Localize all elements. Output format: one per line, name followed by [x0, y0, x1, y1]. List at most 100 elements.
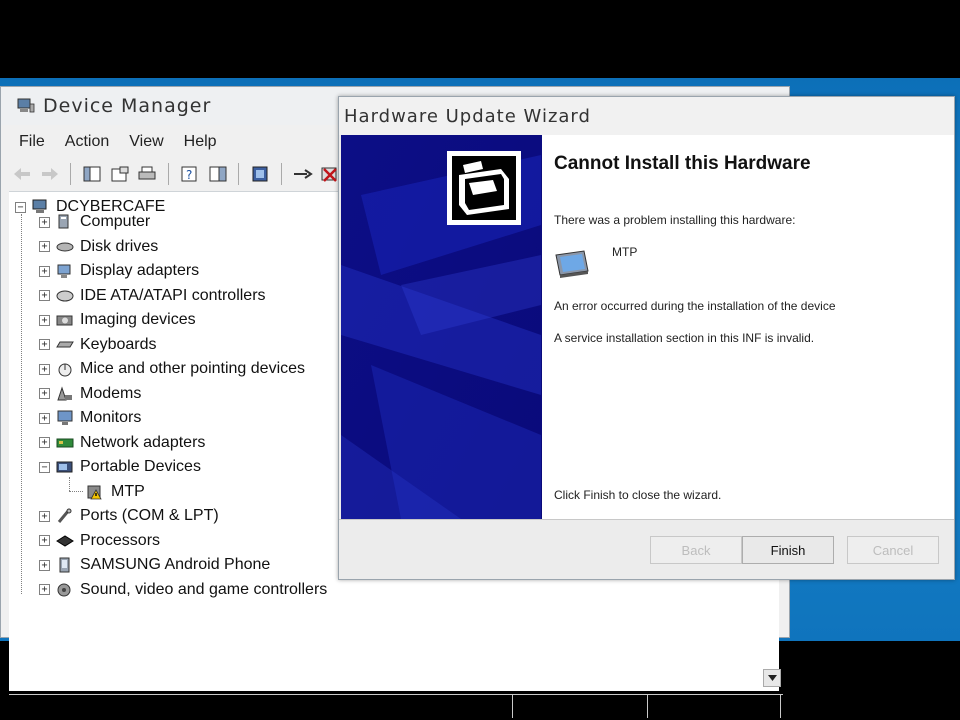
tree-item-modems[interactable]: + Modems: [39, 383, 141, 405]
toolbar-separator: [280, 163, 282, 185]
back-button[interactable]: Back: [650, 536, 742, 564]
wizard-banner-graphic: [341, 135, 542, 519]
device-manager-title: Device Manager: [43, 95, 212, 117]
tree-guide-line: [21, 214, 22, 594]
expand-toggle[interactable]: +: [39, 339, 50, 350]
toolbar-separator: [70, 163, 72, 185]
expand-toggle[interactable]: +: [39, 314, 50, 326]
expand-toggle[interactable]: +: [39, 412, 50, 424]
processor-icon: [56, 534, 74, 547]
toolbar-separator: [168, 163, 170, 185]
tree-item-label: Portable Devices: [80, 458, 201, 475]
tree-item-computer[interactable]: + Computer: [39, 211, 150, 233]
keyboard-icon: [56, 341, 74, 347]
menu-view[interactable]: View: [129, 133, 163, 151]
error-text: An error occurred during the installatio…: [554, 299, 836, 313]
portable-device-icon: [56, 461, 73, 473]
collapse-toggle[interactable]: −: [39, 461, 50, 473]
tree-item-processors[interactable]: + Processors: [39, 530, 160, 552]
disk-drive-icon: [56, 242, 74, 251]
update-driver-icon[interactable]: [292, 162, 314, 186]
expand-toggle[interactable]: +: [39, 510, 50, 522]
tree-item-label: Monitors: [80, 409, 142, 426]
forward-arrow-icon[interactable]: [39, 162, 61, 186]
scroll-down-arrow[interactable]: [763, 669, 781, 687]
device-manager-app-icon: [17, 98, 35, 113]
menu-file[interactable]: File: [19, 133, 45, 151]
tree-item-mice[interactable]: + Mice and other pointing devices: [39, 358, 305, 380]
phone-icon: [59, 557, 70, 573]
collapse-toggle[interactable]: −: [15, 201, 26, 213]
tree-item-label: Imaging devices: [80, 311, 196, 328]
scan-hardware-icon[interactable]: [249, 162, 271, 186]
finish-button[interactable]: Finish: [742, 536, 834, 564]
tree-item-mtp[interactable]: MTP: [87, 481, 145, 503]
warning-device-icon: [87, 485, 102, 499]
expand-toggle[interactable]: +: [39, 388, 50, 399]
expand-toggle[interactable]: +: [39, 216, 50, 228]
toolbar-separator: [238, 163, 240, 185]
tree-item-samsung-android-phone[interactable]: + SAMSUNG Android Phone: [39, 554, 270, 576]
status-pane: [648, 695, 781, 718]
tree-item-keyboards[interactable]: + Keyboards: [39, 334, 157, 356]
tree-item-ports[interactable]: + Ports (COM & LPT): [39, 505, 219, 527]
portable-device-icon: [555, 250, 589, 278]
tree-item-monitors[interactable]: + Monitors: [39, 407, 141, 429]
expand-toggle[interactable]: +: [39, 241, 50, 252]
print-icon[interactable]: [137, 162, 159, 186]
wizard-divider: [339, 519, 954, 520]
sound-icon: [57, 583, 71, 596]
camera-icon: [56, 315, 73, 326]
menu-action[interactable]: Action: [65, 133, 109, 151]
help-icon[interactable]: ?: [179, 162, 201, 186]
wizard-heading: Cannot Install this Hardware: [554, 153, 811, 174]
tree-item-label: MTP: [111, 482, 145, 500]
expand-toggle[interactable]: +: [39, 290, 50, 301]
wizard-content: Cannot Install this Hardware There was a…: [542, 135, 954, 519]
hardware-update-wizard: Hardware Update Wizard Cannot Install th…: [338, 96, 955, 580]
tree-item-imaging-devices[interactable]: + Imaging devices: [39, 309, 196, 331]
tree-item-network-adapters[interactable]: + Network adapters: [39, 432, 205, 454]
expand-toggle[interactable]: +: [39, 437, 50, 448]
tree-item-label: Display adapters: [80, 262, 200, 279]
wizard-title: Hardware Update Wizard: [344, 105, 591, 127]
expand-toggle[interactable]: +: [39, 559, 50, 571]
status-pane: [9, 695, 513, 718]
tree-item-display-adapters[interactable]: + Display adapters: [39, 260, 199, 282]
cancel-button[interactable]: Cancel: [847, 536, 939, 564]
tree-item-label: Computer: [80, 213, 151, 230]
expand-toggle[interactable]: +: [39, 265, 50, 277]
menu-help[interactable]: Help: [184, 133, 217, 151]
tree-item-disk-drives[interactable]: + Disk drives: [39, 236, 158, 258]
monitor-icon: [57, 410, 73, 425]
status-pane: [513, 695, 648, 718]
tree-item-label: Sound, video and game controllers: [80, 580, 328, 598]
toolbar: ?: [11, 159, 341, 189]
tree-item-label: Mice and other pointing devices: [80, 360, 306, 377]
chevron-down-icon: [767, 675, 777, 681]
network-adapter-icon: [56, 438, 74, 447]
expand-toggle[interactable]: +: [39, 535, 50, 546]
tree-item-ide-controllers[interactable]: + IDE ATA/ATAPI controllers: [39, 285, 266, 307]
expand-toggle[interactable]: +: [39, 363, 50, 375]
wizard-titlebar[interactable]: Hardware Update Wizard: [339, 97, 954, 135]
port-icon: [57, 508, 72, 523]
tree-guide-line: [69, 491, 83, 492]
wizard-banner: [341, 135, 542, 519]
show-hide-tree-icon[interactable]: [81, 162, 103, 186]
tree-item-label: Keyboards: [80, 335, 157, 353]
modem-icon: [57, 385, 72, 400]
tree-item-sound-video-game[interactable]: + Sound, video and game controllers: [39, 579, 327, 601]
device-name: MTP: [612, 245, 638, 259]
detail-text: A service installation section in this I…: [554, 331, 815, 345]
back-arrow-icon[interactable]: [11, 162, 33, 186]
expand-toggle[interactable]: +: [39, 584, 50, 595]
ide-controller-icon: [56, 290, 74, 301]
mouse-icon: [58, 363, 72, 377]
tree-item-portable-devices[interactable]: − Portable Devices: [39, 456, 201, 478]
show-hide-console-icon[interactable]: [207, 162, 229, 186]
properties-icon[interactable]: [109, 162, 131, 186]
tree-item-label: SAMSUNG Android Phone: [80, 556, 271, 573]
display-adapter-icon: [57, 264, 71, 278]
tree-item-label: Processors: [80, 531, 161, 549]
